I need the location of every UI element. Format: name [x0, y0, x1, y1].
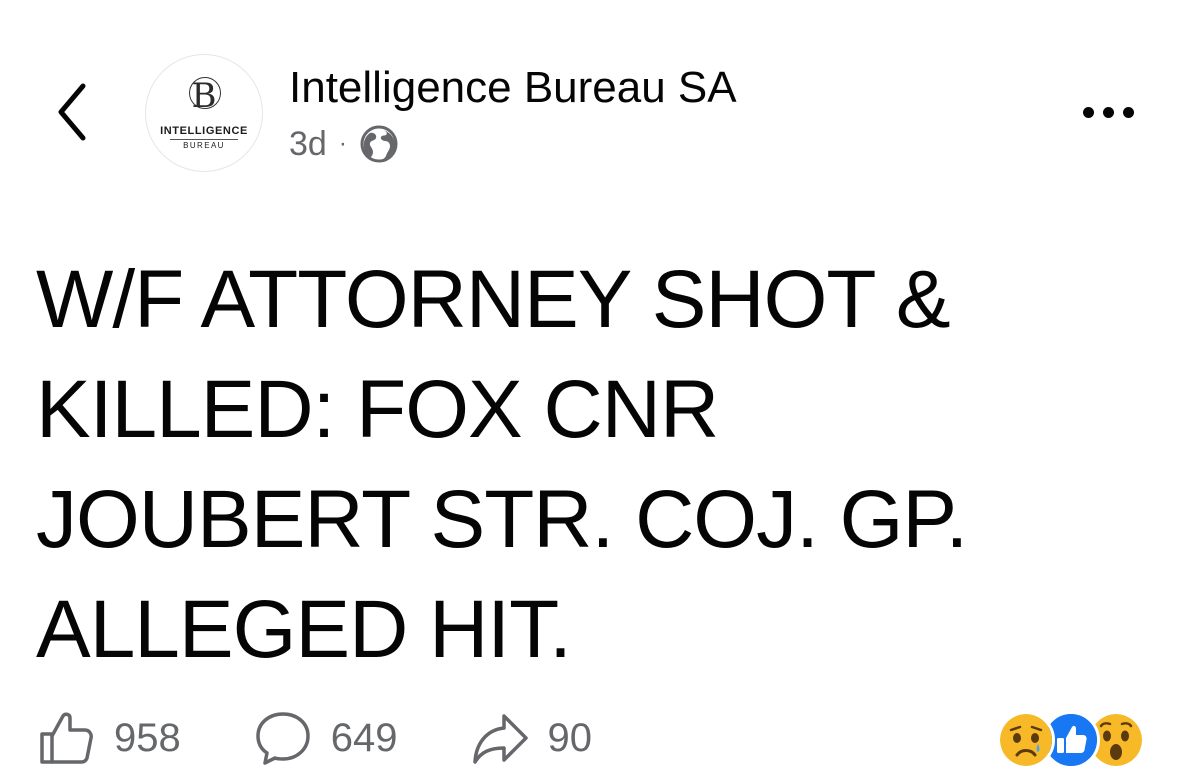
more-dot-icon	[1102, 106, 1114, 118]
more-dot-icon	[1082, 106, 1094, 118]
comment-bubble-icon	[256, 712, 310, 765]
post-timestamp[interactable]: 3d	[289, 125, 327, 164]
share-count: 90	[547, 715, 593, 760]
share-button[interactable]: 90	[470, 708, 593, 768]
comment-button[interactable]: 649	[253, 708, 398, 768]
sad-reaction-icon	[997, 711, 1055, 769]
like-count: 958	[114, 715, 181, 760]
page-avatar[interactable]: B INTELLIGENCE BUREAU	[145, 54, 263, 172]
share-arrow-icon	[472, 714, 528, 764]
meta-separator: ·	[338, 130, 347, 157]
post-meta: 3d ·	[289, 122, 399, 166]
page-name-link[interactable]: Intelligence Bureau SA	[289, 62, 737, 114]
reactions-summary[interactable]	[997, 711, 1147, 769]
globe-icon[interactable]	[359, 124, 399, 164]
logo-text-line1: INTELLIGENCE	[160, 125, 248, 137]
like-button[interactable]: 958	[36, 708, 181, 768]
logo-monogram: B	[191, 76, 217, 116]
thumbs-up-icon	[40, 712, 93, 764]
more-options-button[interactable]	[1068, 90, 1148, 134]
comment-count: 649	[330, 715, 398, 760]
back-button[interactable]	[44, 76, 100, 148]
post-body-text: W/F ATTORNEY SHOT & KILLED: FOX CNR JOUB…	[36, 254, 968, 675]
post-action-bar: 958 649 90	[36, 706, 664, 770]
logo-text-line2: BUREAU	[183, 141, 225, 150]
more-dot-icon	[1122, 106, 1134, 118]
logo-divider	[170, 139, 238, 140]
chevron-left-icon	[58, 83, 86, 141]
